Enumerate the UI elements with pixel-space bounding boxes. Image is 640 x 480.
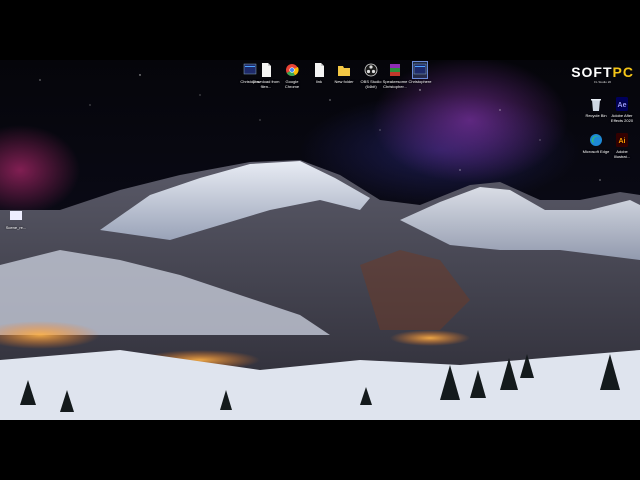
desktop-icon-recycle-bin[interactable]: Recycle Bin — [582, 96, 610, 118]
desktop-icon-after-effects[interactable]: Ae Adobe After Effects 2020 — [608, 96, 636, 123]
desktop-icon-winrar[interactable]: Speakresome Christopher... — [381, 62, 409, 89]
window-thumbnail-icon — [412, 61, 428, 79]
video-file-icon — [10, 211, 22, 220]
after-effects-icon: Ae — [616, 97, 628, 111]
desktop-icon-label: Download from filen... — [252, 79, 280, 89]
edge-icon — [590, 134, 602, 146]
mountain-wallpaper — [0, 74, 640, 420]
desktop-icon-edge[interactable]: Microsoft Edge — [582, 132, 610, 154]
desktop-icon-label: Adobe Illustrat... — [613, 149, 631, 159]
desktop-icon-illustrator[interactable]: Ai Adobe Illustrat... — [608, 132, 636, 159]
desktop-icon-label: Recycle Bin — [585, 113, 607, 118]
document-icon — [315, 63, 324, 77]
desktop-icon-chrome[interactable]: Google Chrome — [278, 62, 306, 89]
watermark-subtitle: FL Studio 20 — [594, 80, 612, 84]
desktop-icon-label: Christophere — [408, 79, 432, 84]
desktop-icon-christopher-2[interactable]: Christophere — [406, 61, 434, 84]
desktop-icon-label: link — [315, 79, 322, 84]
illustrator-icon: Ai — [616, 133, 628, 147]
obs-icon — [364, 63, 378, 77]
desktop-screen[interactable]: SOFTPC FL Studio 20 Scene_re... Christop… — [0, 60, 640, 420]
desktop-icon-scene[interactable]: Scene_re... — [2, 208, 30, 230]
desktop-icon-new-folder[interactable]: New folder — [330, 62, 358, 84]
winrar-icon — [390, 64, 400, 76]
desktop-icon-download[interactable]: Download from filen... — [252, 62, 280, 89]
desktop-icon-label: Speakresome Christopher... — [382, 79, 408, 89]
desktop-icon-label: Scene_re... — [5, 225, 27, 230]
desktop-icon-label: New folder — [334, 79, 354, 84]
watermark-pc-text: PC — [612, 64, 634, 80]
chrome-icon — [286, 64, 299, 77]
desktop-icon-label: Adobe After Effects 2020 — [610, 113, 634, 123]
document-icon — [262, 63, 271, 77]
desktop-icon-link[interactable]: link — [305, 62, 333, 84]
desktop-icon-label: Microsoft Edge — [582, 149, 610, 154]
softpc-watermark: SOFTPC FL Studio 20 — [571, 64, 634, 84]
recycle-bin-icon — [591, 99, 601, 111]
svg-text:Ae: Ae — [618, 102, 627, 109]
desktop-icon-label: Google Chrome — [284, 79, 300, 89]
svg-text:Ai: Ai — [619, 138, 626, 145]
watermark-soft-text: SOFT — [571, 64, 613, 80]
folder-icon — [338, 66, 350, 76]
